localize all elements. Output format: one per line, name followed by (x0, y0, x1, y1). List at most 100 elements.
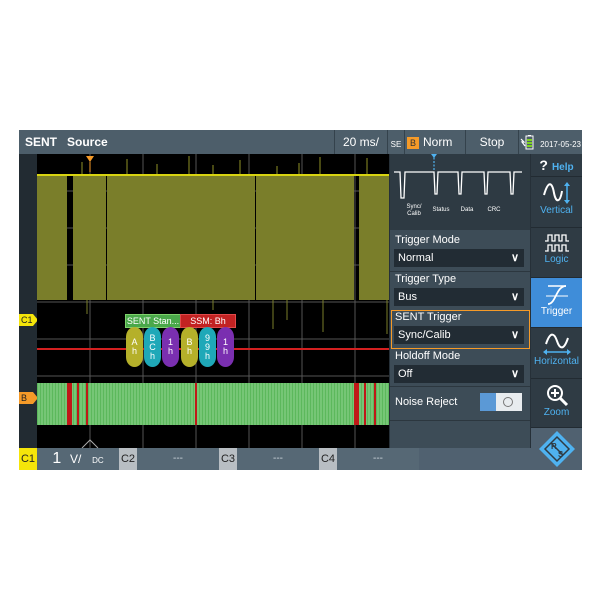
diagram-label-status: Status (432, 207, 450, 213)
toggle-knob (503, 397, 513, 407)
menu-zoom[interactable]: Zoom (531, 379, 582, 428)
help-icon: ? (539, 157, 548, 173)
channel-marker-gutter: C1 B (19, 154, 38, 448)
oscilloscope-screen: SENT Source C1 20 ms/ SE NT BNorm Stop (19, 130, 582, 470)
c1-scale-value: 1 (52, 450, 62, 467)
trigger-type-dropdown[interactable]: Bus ∨ (394, 288, 524, 306)
menu-vertical[interactable]: Vertical (531, 177, 582, 228)
nibble-char: h (167, 346, 173, 356)
sent-frame-label[interactable]: SENT Stan... (125, 314, 181, 328)
diagram-label-crc: CRC (487, 207, 501, 213)
sent-trigger-value: Sync/Calib (398, 329, 451, 341)
decoded-nibble[interactable]: 1h (217, 327, 234, 367)
decoded-nibble[interactable]: BCh (144, 327, 161, 367)
trigger-type-value: Bus (398, 291, 417, 303)
c1-scale-unit: V/ (70, 452, 82, 466)
holdoff-mode-dropdown[interactable]: Off ∨ (394, 365, 524, 383)
noise-reject-label: Noise Reject (395, 396, 458, 408)
logic-icon (544, 234, 569, 252)
trigger-mode-value: Normal (398, 252, 434, 264)
nibble-char: h (149, 350, 155, 361)
chevron-down-icon: ∨ (510, 291, 519, 303)
c1-tag[interactable]: C1 (19, 448, 37, 470)
trigger-type-label: Trigger Type (395, 273, 457, 285)
waveform-display[interactable]: SENT Stan... SSM: Bh AhBCh1hBh99h1h (37, 154, 389, 448)
divider (390, 386, 530, 387)
help-label: Help (551, 162, 574, 173)
trigger-position-marker[interactable] (86, 156, 94, 162)
c3-scale-button[interactable]: --- (237, 448, 319, 470)
timebase-button[interactable]: 20 ms/ (335, 130, 388, 154)
diagram-label-data: Data (460, 207, 474, 213)
chevron-down-icon: ∨ (510, 368, 519, 380)
menu-horizontal[interactable]: Horizontal (531, 328, 582, 379)
battery-icon (519, 130, 535, 154)
sent-trigger-dropdown[interactable]: Sync/Calib ∨ (394, 326, 524, 344)
topbar-spacer (129, 130, 335, 154)
vertical-icon (542, 182, 570, 204)
nibble-char: h (204, 350, 210, 361)
sent-frame-diagram: Sync/ Calib Status Data CRC (390, 154, 530, 230)
trigger-settings-panel: Sync/ Calib Status Data CRC Trigger Mode… (390, 154, 530, 448)
menu-trigger-label: Trigger (540, 306, 573, 317)
decoded-nibble[interactable]: Bh (181, 327, 198, 367)
chevron-down-icon: ∨ (510, 252, 519, 264)
toggle-track (480, 393, 496, 411)
nibble-char: h (131, 346, 137, 356)
rs-logo-icon: R S (538, 431, 575, 467)
menu-logic-label: Logic (544, 254, 569, 265)
menu-zoom-label: Zoom (543, 407, 570, 418)
c1-offset-marker[interactable]: C1 (19, 314, 38, 326)
nibble-char: h (222, 346, 228, 356)
bus-b-marker[interactable]: B (19, 392, 38, 404)
top-bar: SENT Source C1 20 ms/ SE NT BNorm Stop (19, 130, 582, 174)
trigger-mode-dropdown[interactable]: Normal ∨ (394, 249, 524, 267)
c4-scale-button[interactable]: --- (337, 448, 419, 470)
chevron-down-icon: ∨ (510, 329, 519, 341)
bus-type-indicator[interactable]: SE NT (388, 130, 405, 173)
trigger-mode-label: Trigger Mode (395, 234, 461, 246)
trigger-mode-button[interactable]: B Norm (405, 130, 466, 154)
empty-slot (421, 448, 531, 470)
horizontal-icon (542, 333, 571, 355)
menu-vertical-label: Vertical (540, 205, 573, 216)
main-menu: ? Help Vertical Logic Trigger Horizontal… (531, 154, 582, 470)
decoded-nibble[interactable]: 1h (162, 327, 179, 367)
source-selector[interactable]: Source C1 (67, 130, 127, 174)
decoded-nibble[interactable]: 99h (199, 327, 216, 367)
c2-scale-button[interactable]: --- (137, 448, 219, 470)
run-stop-button[interactable]: Stop (466, 130, 519, 154)
trigger-mode-text: Norm (423, 135, 453, 149)
menu-horizontal-label: Horizontal (533, 356, 580, 367)
waveform-canvas (37, 154, 389, 448)
svg-text:S: S (558, 450, 564, 459)
rs-logo-button[interactable]: R S (531, 428, 582, 470)
datetime-display: 2017-05-23 10:46:11 (535, 130, 581, 173)
c4-tag[interactable]: C4 (319, 448, 337, 470)
divider (390, 420, 530, 421)
nibble-char: h (186, 346, 192, 356)
c2-tag[interactable]: C2 (119, 448, 137, 470)
c3-tag[interactable]: C3 (219, 448, 237, 470)
divider (390, 271, 530, 272)
help-button[interactable]: ? Help (531, 154, 582, 177)
trigger-icon (545, 285, 568, 305)
diagram-label-sync: Sync/ Calib (406, 204, 422, 217)
menu-trigger[interactable]: Trigger (531, 278, 582, 328)
ssm-frame-label[interactable]: SSM: Bh (180, 314, 236, 328)
source-label: Source (67, 135, 108, 149)
holdoff-mode-label: Holdoff Mode (395, 350, 461, 362)
noise-reject-toggle[interactable] (480, 393, 522, 411)
c1-coupling: DC (92, 456, 104, 465)
menu-logic[interactable]: Logic (531, 228, 582, 278)
holdoff-mode-value: Off (398, 368, 413, 380)
trigger-source-badge: B (407, 136, 420, 149)
sent-trigger-label: SENT Trigger (395, 311, 462, 323)
channel-bar: C1 1 V/ DC C2 --- C3 --- C4 --- (19, 448, 531, 470)
bus-b-overview (37, 383, 389, 425)
protocol-label[interactable]: SENT (19, 130, 65, 154)
svg-text:R: R (551, 442, 557, 451)
decoded-nibble[interactable]: Ah (126, 327, 143, 367)
zoom-icon (546, 385, 568, 407)
c1-scale-button[interactable]: 1 V/ DC (37, 448, 119, 470)
